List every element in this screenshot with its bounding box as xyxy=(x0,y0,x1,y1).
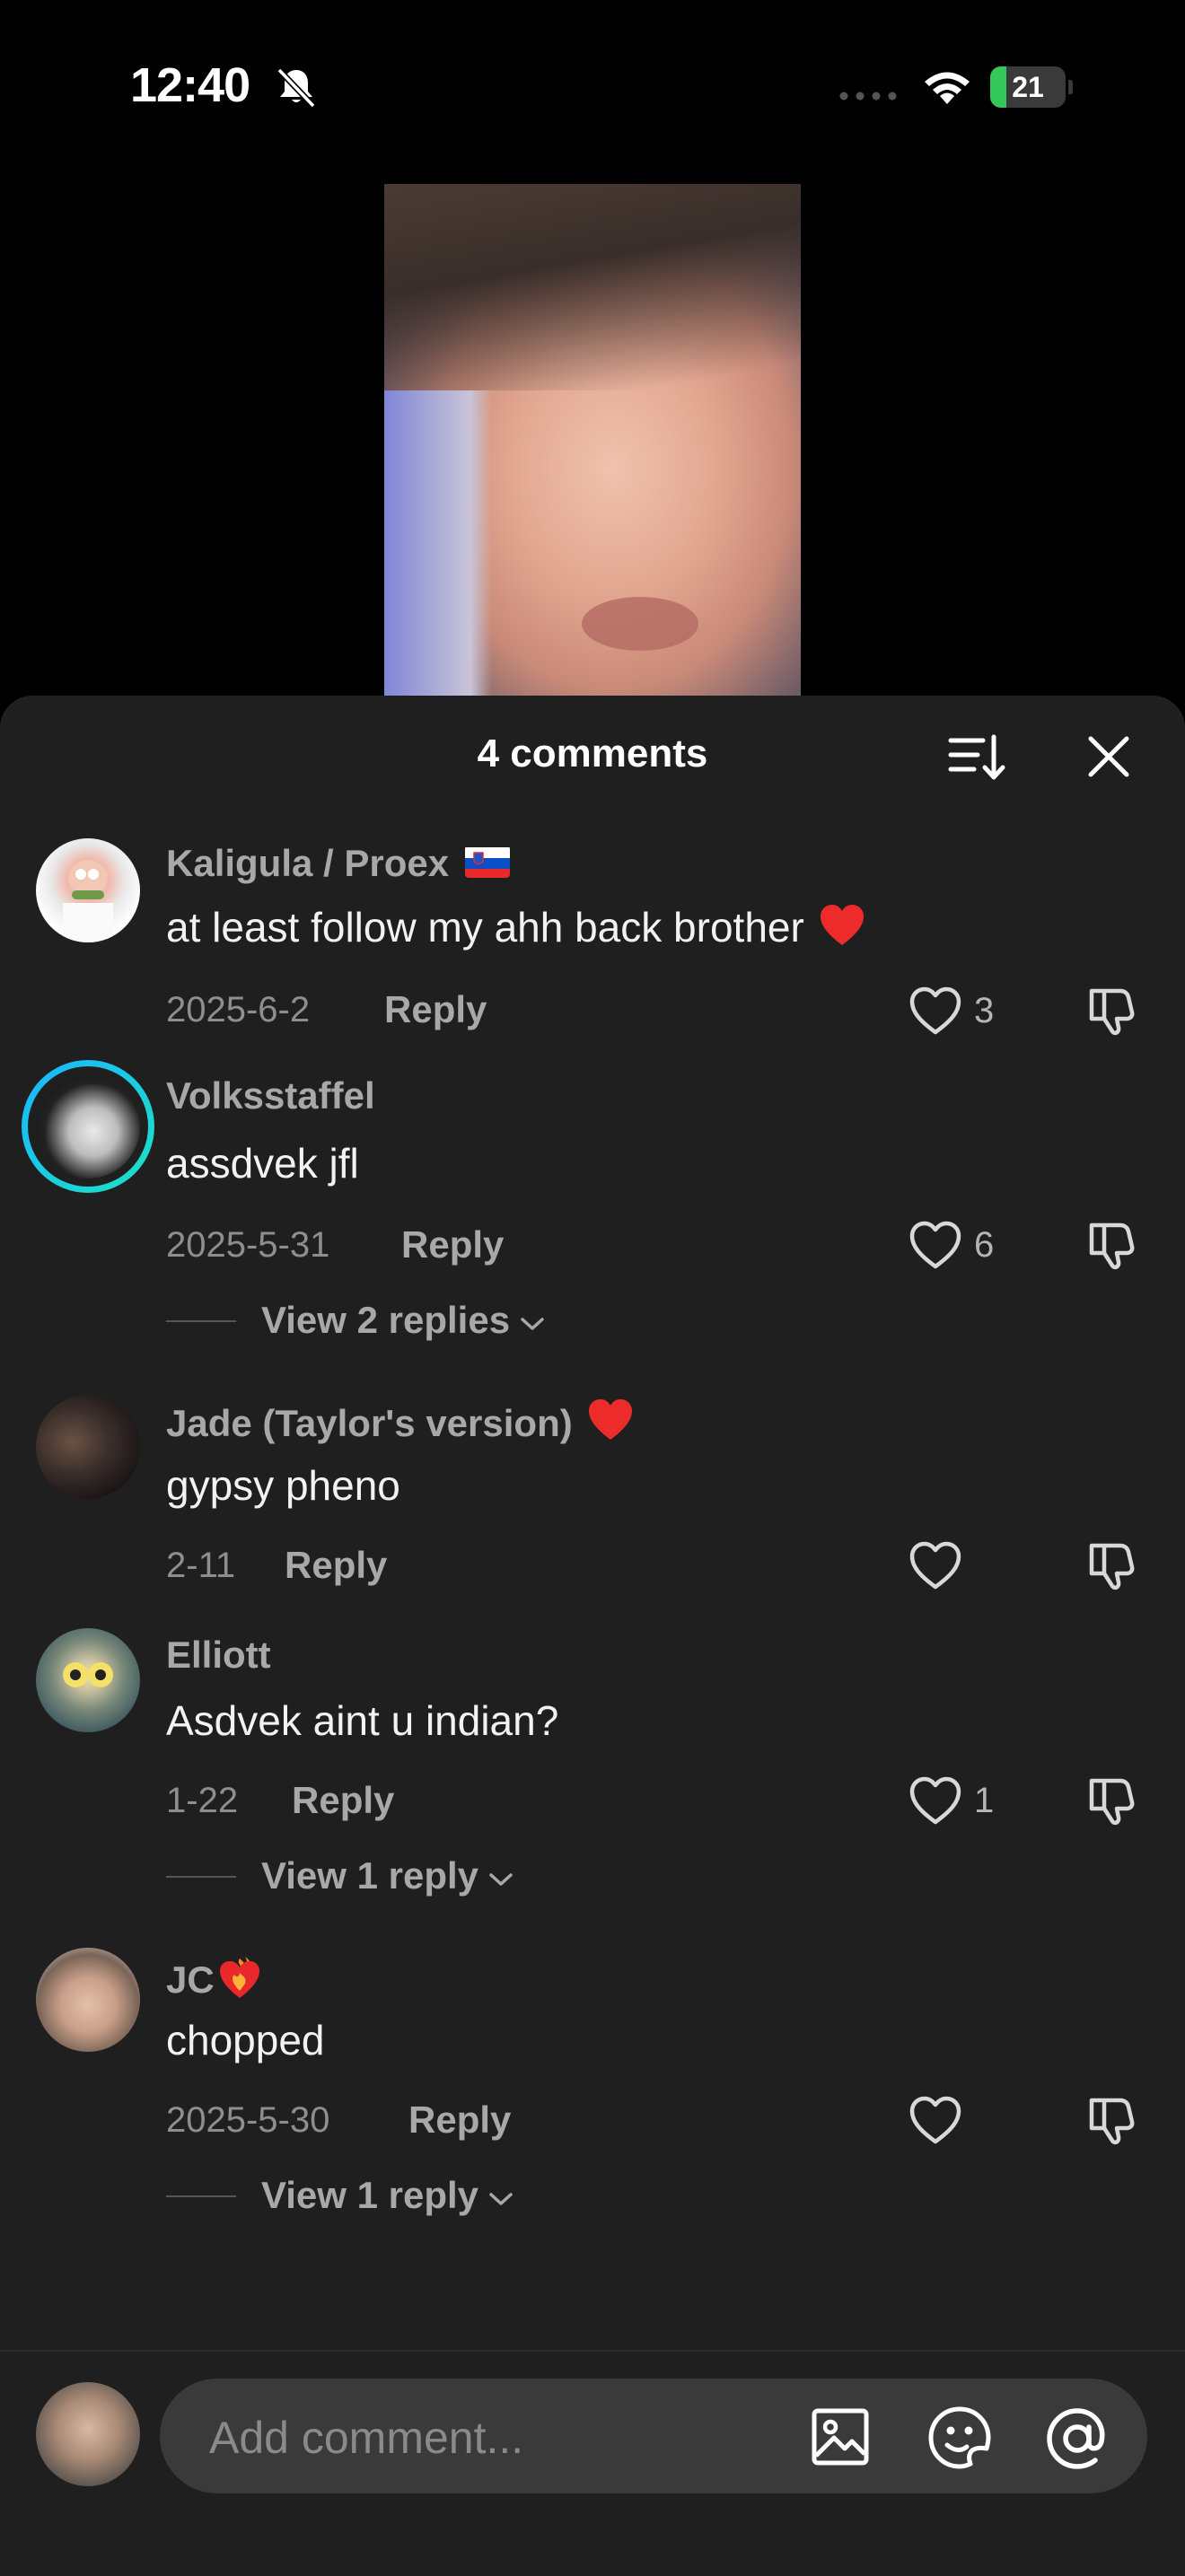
comment-text: Asdvek aint u indian? xyxy=(166,1697,559,1744)
comment-date: 1-22 xyxy=(166,1781,239,1820)
mention-icon[interactable] xyxy=(1044,2405,1110,2472)
comment-author[interactable]: Kaligula / Proex xyxy=(166,842,511,885)
signal-dots-icon xyxy=(839,92,897,101)
red-heart-emoji-icon xyxy=(820,905,864,945)
comment-author[interactable]: Volksstaffel xyxy=(166,1074,375,1117)
author-name: Kaligula / Proex xyxy=(166,842,450,884)
view-replies-label: View 1 reply xyxy=(261,1854,479,1897)
comment-date: 2025-6-2 xyxy=(166,990,311,1030)
comment-text: chopped xyxy=(166,2017,325,2063)
avatar[interactable] xyxy=(36,1395,140,1499)
dislike-icon[interactable] xyxy=(1084,2093,1138,2147)
dislike-icon[interactable] xyxy=(1084,1774,1138,1827)
like-count: 1 xyxy=(974,1781,995,1820)
heart-icon[interactable] xyxy=(908,2095,962,2145)
reply-button[interactable]: Reply xyxy=(401,1223,504,1266)
heart-icon[interactable] xyxy=(908,1220,962,1270)
status-bar: 12:40 21 xyxy=(0,0,1185,171)
comment-composer: Add comment... xyxy=(0,2350,1185,2576)
comment-author[interactable]: Elliott xyxy=(166,1634,271,1677)
reply-button[interactable]: Reply xyxy=(292,1779,394,1822)
author-name: JC xyxy=(166,1958,215,2001)
view-replies-label: View 2 replies xyxy=(261,1299,511,1341)
sticker-icon[interactable] xyxy=(927,2405,992,2470)
burning-heart-emoji-icon xyxy=(219,1957,259,1998)
reply-button[interactable]: Reply xyxy=(384,988,487,1031)
view-replies-button[interactable]: View 1 reply xyxy=(166,2174,543,2219)
chevron-down-icon xyxy=(489,2193,513,2205)
dislike-icon[interactable] xyxy=(1084,1218,1138,1272)
like-count: 3 xyxy=(974,991,995,1030)
comment-date: 2025-5-30 xyxy=(166,2100,330,2140)
comment-text: gypsy pheno xyxy=(166,1462,400,1509)
sort-icon[interactable] xyxy=(947,730,1006,784)
like-count: 6 xyxy=(974,1225,995,1265)
heart-icon[interactable] xyxy=(908,1540,962,1590)
battery-indicator: 21 xyxy=(990,66,1073,108)
avatar[interactable] xyxy=(22,1060,154,1193)
comment-author[interactable]: JC xyxy=(166,1953,263,2002)
heart-icon[interactable] xyxy=(908,986,962,1036)
view-replies-button[interactable]: View 2 replies xyxy=(166,1299,579,1344)
view-replies-label: View 1 reply xyxy=(261,2174,479,2216)
author-name: Jade (Taylor's version) xyxy=(166,1402,573,1444)
video-thumbnail[interactable] xyxy=(384,184,801,700)
reply-button[interactable]: Reply xyxy=(408,2098,511,2142)
avatar[interactable] xyxy=(36,838,140,942)
dislike-icon[interactable] xyxy=(1084,1538,1138,1592)
comments-count-title: 4 comments xyxy=(477,732,708,775)
comment-input[interactable]: Add comment... xyxy=(160,2379,1147,2493)
avatar[interactable] xyxy=(36,1948,140,2052)
comment-body: at least follow my ahh back brother xyxy=(166,904,804,951)
dislike-icon[interactable] xyxy=(1084,984,1138,1038)
slovenia-flag-icon xyxy=(465,846,511,878)
close-icon[interactable] xyxy=(1082,730,1136,784)
reply-button[interactable]: Reply xyxy=(285,1544,387,1587)
battery-percentage: 21 xyxy=(1012,71,1044,103)
heart-icon[interactable] xyxy=(908,1775,962,1826)
view-replies-button[interactable]: View 1 reply xyxy=(166,1854,543,1899)
comment-author[interactable]: Jade (Taylor's version) xyxy=(166,1398,634,1445)
bell-slash-icon xyxy=(276,67,316,109)
comment-date: 2-11 xyxy=(166,1546,236,1585)
image-icon[interactable] xyxy=(811,2407,870,2466)
wifi-icon xyxy=(925,72,970,104)
comment-date: 2025-5-31 xyxy=(166,1225,330,1265)
chevron-down-icon xyxy=(489,1873,513,1886)
red-heart-emoji-icon xyxy=(588,1399,632,1440)
comment-input-placeholder: Add comment... xyxy=(209,2413,524,2463)
chevron-down-icon xyxy=(521,1318,544,1330)
avatar[interactable] xyxy=(36,1628,140,1732)
comment-text: assdvek jfl xyxy=(166,1140,359,1187)
comment-text: at least follow my ahh back brother xyxy=(166,903,865,951)
clock: 12:40 xyxy=(130,58,250,112)
my-avatar xyxy=(36,2382,140,2486)
